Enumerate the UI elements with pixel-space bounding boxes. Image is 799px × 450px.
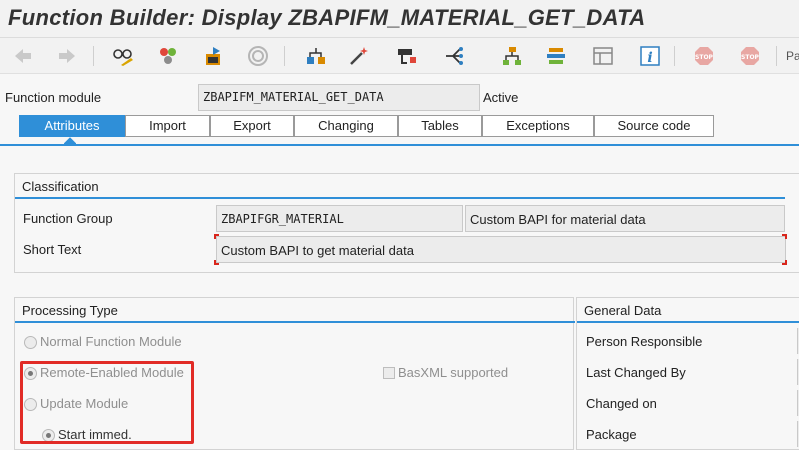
changed-on-label: Changed on — [586, 396, 657, 411]
display-object-list-icon[interactable] — [394, 43, 420, 69]
other-object-icon[interactable] — [155, 43, 181, 69]
function-module-label: Function module — [5, 90, 102, 105]
required-marker — [782, 260, 787, 265]
highlight-annotation — [20, 361, 194, 444]
classification-rule — [15, 197, 785, 199]
person-responsible-label: Person Responsible — [586, 334, 703, 349]
function-module-field[interactable]: ZBAPIFM_MATERIAL_GET_DATA — [198, 84, 480, 111]
required-marker — [214, 260, 219, 265]
where-used-icon[interactable] — [245, 43, 271, 69]
processing-type-title: Processing Type — [22, 303, 118, 318]
package-label: Package — [586, 427, 637, 442]
normal-function-module-label: Normal Function Module — [40, 334, 182, 349]
short-text-label: Short Text — [23, 242, 82, 257]
screen-layout-icon[interactable] — [590, 43, 616, 69]
function-group-description: Custom BAPI for material data — [465, 205, 785, 232]
tab-tables[interactable]: Tables — [398, 115, 482, 137]
classification-group: Classification Function Group ZBAPIFGR_M… — [14, 173, 799, 273]
tab-exceptions[interactable]: Exceptions — [482, 115, 594, 137]
toolbar-trailing-text[interactable]: Pa — [786, 49, 799, 63]
back-arrow-icon[interactable] — [10, 43, 36, 69]
window-title: Function Builder: Display ZBAPIFM_MATERI… — [8, 5, 646, 30]
toolbar-separator — [776, 46, 777, 66]
short-text-field[interactable]: Custom BAPI to get material data — [216, 236, 786, 263]
basxml-label: BasXML supported — [398, 365, 509, 380]
tab-source-code[interactable]: Source code — [594, 115, 714, 137]
normal-function-module-radio[interactable] — [24, 336, 37, 349]
tab-changing[interactable]: Changing — [294, 115, 398, 137]
tab-import[interactable]: Import — [125, 115, 210, 137]
general-data-title: General Data — [584, 303, 662, 318]
basxml-checkbox[interactable] — [383, 367, 395, 379]
forward-arrow-icon[interactable] — [54, 43, 80, 69]
stop-icon[interactable]: STOP — [737, 43, 763, 69]
svg-text:STOP: STOP — [695, 54, 714, 61]
navigation-icon[interactable] — [441, 43, 467, 69]
application-toolbar: i STOP STOP Pa — [0, 38, 799, 74]
classification-title: Classification — [22, 179, 99, 194]
last-changed-by-label: Last Changed By — [586, 365, 686, 380]
activate-icon[interactable] — [201, 43, 227, 69]
toolbar-separator — [93, 46, 94, 66]
stack-icon[interactable] — [543, 43, 569, 69]
required-marker — [782, 234, 787, 239]
magic-wand-icon[interactable] — [346, 43, 372, 69]
svg-text:i: i — [647, 50, 652, 66]
toolbar-separator — [674, 46, 675, 66]
general-data-rule — [577, 321, 799, 323]
function-group-field[interactable]: ZBAPIFGR_MATERIAL — [216, 205, 463, 232]
tab-export[interactable]: Export — [210, 115, 294, 137]
title-bar: Function Builder: Display ZBAPIFM_MATERI… — [0, 0, 799, 38]
general-data-group: General Data Person Responsible Last Cha… — [576, 297, 799, 450]
object-hierarchy-icon[interactable] — [303, 43, 329, 69]
toolbar-separator — [284, 46, 285, 66]
status-label: Active — [483, 90, 519, 105]
processing-type-rule — [15, 321, 575, 323]
function-group-label: Function Group — [23, 211, 113, 226]
info-icon[interactable]: i — [637, 43, 663, 69]
required-marker — [214, 234, 219, 239]
tab-underline — [0, 144, 799, 146]
glasses-pencil-icon[interactable] — [110, 43, 136, 69]
tab-attributes[interactable]: Attributes — [19, 115, 125, 137]
hierarchy-tree-icon[interactable] — [499, 43, 525, 69]
svg-text:STOP: STOP — [741, 54, 760, 61]
stop-icon[interactable]: STOP — [691, 43, 717, 69]
